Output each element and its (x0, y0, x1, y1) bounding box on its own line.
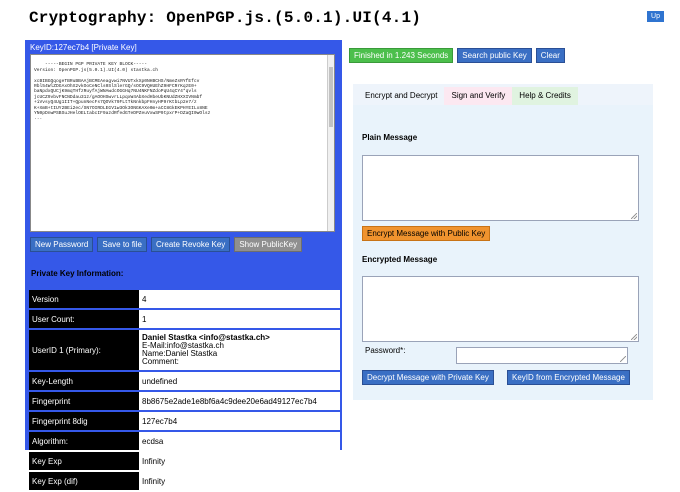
tab-help-credits[interactable]: Help & Credits (512, 87, 578, 105)
row-label: Key-Length (29, 372, 139, 390)
user-id-details: Daniel Stastka <info@stastka.ch> E-Mail:… (139, 330, 340, 370)
search-public-key-button[interactable]: Search public Key (457, 48, 532, 63)
table-row: Key-Length undefined (29, 372, 340, 390)
row-label: Key Exp (dif) (29, 472, 139, 490)
row-label: User Count: (29, 310, 139, 328)
plain-message-textarea[interactable] (362, 155, 639, 221)
private-key-info-heading: Private Key Information: (31, 269, 124, 278)
tab-sign-verify[interactable]: Sign and Verify (444, 87, 513, 105)
row-label: Fingerprint 8dig (29, 412, 139, 430)
decrypt-with-private-key-button[interactable]: Decrypt Message with Private Key (362, 370, 494, 385)
password-field[interactable] (456, 347, 628, 364)
row-value: 4 (139, 290, 340, 308)
row-value: 1 (139, 310, 340, 328)
encrypt-with-public-key-button[interactable]: Encrypt Message with Public Key (362, 226, 491, 241)
resize-grip-icon[interactable] (631, 213, 637, 219)
plain-message-label: Plain Message (362, 133, 418, 142)
table-row: Algorithm: ecdsa (29, 432, 340, 450)
create-revoke-key-button[interactable]: Create Revoke Key (150, 237, 231, 252)
new-password-button[interactable]: New Password (30, 237, 94, 252)
row-value: undefined (139, 372, 340, 390)
table-row: UserID 1 (Primary): Daniel Stastka <info… (29, 330, 340, 370)
encrypt-decrypt-panel: Plain Message Encrypt Message with Publi… (353, 105, 653, 400)
armored-key-textarea[interactable]: -----BEGIN PGP PRIVATE KEY BLOCK----- Ve… (30, 54, 335, 232)
row-label: Algorithm: (29, 432, 139, 450)
crypto-panel: Encrypt and Decrypt Sign and Verify Help… (353, 84, 653, 400)
row-label: Fingerprint (29, 392, 139, 410)
save-to-file-button[interactable]: Save to file (97, 237, 147, 252)
tab-bar: Encrypt and Decrypt Sign and Verify Help… (358, 87, 578, 105)
table-row: Key Exp (dif) Infinity (29, 472, 340, 490)
row-value: Infinity (139, 452, 340, 470)
row-value: Infinity (139, 472, 340, 490)
row-label: Key Exp (29, 452, 139, 470)
row-label: Version (29, 290, 139, 308)
up-button[interactable]: Up (647, 11, 664, 22)
row-value: ecdsa (139, 432, 340, 450)
page-title: Cryptography: OpenPGP.js.(5.0.1).UI(4.1) (29, 9, 422, 27)
textarea-scrollbar[interactable] (327, 55, 334, 231)
show-public-key-button[interactable]: Show PublicKey (234, 237, 303, 252)
resize-grip-icon[interactable] (620, 356, 626, 362)
row-label: UserID 1 (Primary): (29, 330, 139, 370)
resize-grip-icon[interactable] (631, 334, 637, 340)
uid-comment: Comment: (142, 357, 179, 366)
row-value: 127ec7b4 (139, 412, 340, 430)
armored-key-text: -----BEGIN PGP PRIVATE KEY BLOCK----- Ve… (34, 62, 211, 122)
table-row: Fingerprint 8b8675e2ade1e8bf6a4c9dee20e6a… (29, 392, 340, 410)
keyid-from-encrypted-button[interactable]: KeyID from Encrypted Message (507, 370, 630, 385)
key-info-table: Version 4 User Count: 1 UserID 1 (Primary)… (29, 288, 340, 492)
private-key-panel: KeyID:127ec7b4 [Private Key] -----BEGIN … (25, 40, 342, 490)
encrypted-message-textarea[interactable] (362, 276, 639, 342)
table-row: Fingerprint 8dig 127ec7b4 (29, 412, 340, 430)
row-value: 8b8675e2ade1e8bf6a4c9dee20e6ad49127ec7b4 (139, 392, 340, 410)
table-row: User Count: 1 (29, 310, 340, 328)
key-actions: New Password Save to file Create Revoke … (30, 237, 303, 252)
tab-encrypt-decrypt[interactable]: Encrypt and Decrypt (358, 87, 445, 105)
status-row: Finished in 1.243 Seconds Search public … (349, 48, 565, 63)
clear-button[interactable]: Clear (535, 48, 565, 63)
encrypted-message-label: Encrypted Message (362, 255, 438, 264)
finished-status-badge: Finished in 1.243 Seconds (349, 48, 454, 63)
table-row: Key Exp Infinity (29, 452, 340, 470)
table-row: Version 4 (29, 290, 340, 308)
key-id-label: KeyID:127ec7b4 [Private Key] (30, 43, 137, 52)
password-label: Password*: (365, 346, 406, 355)
